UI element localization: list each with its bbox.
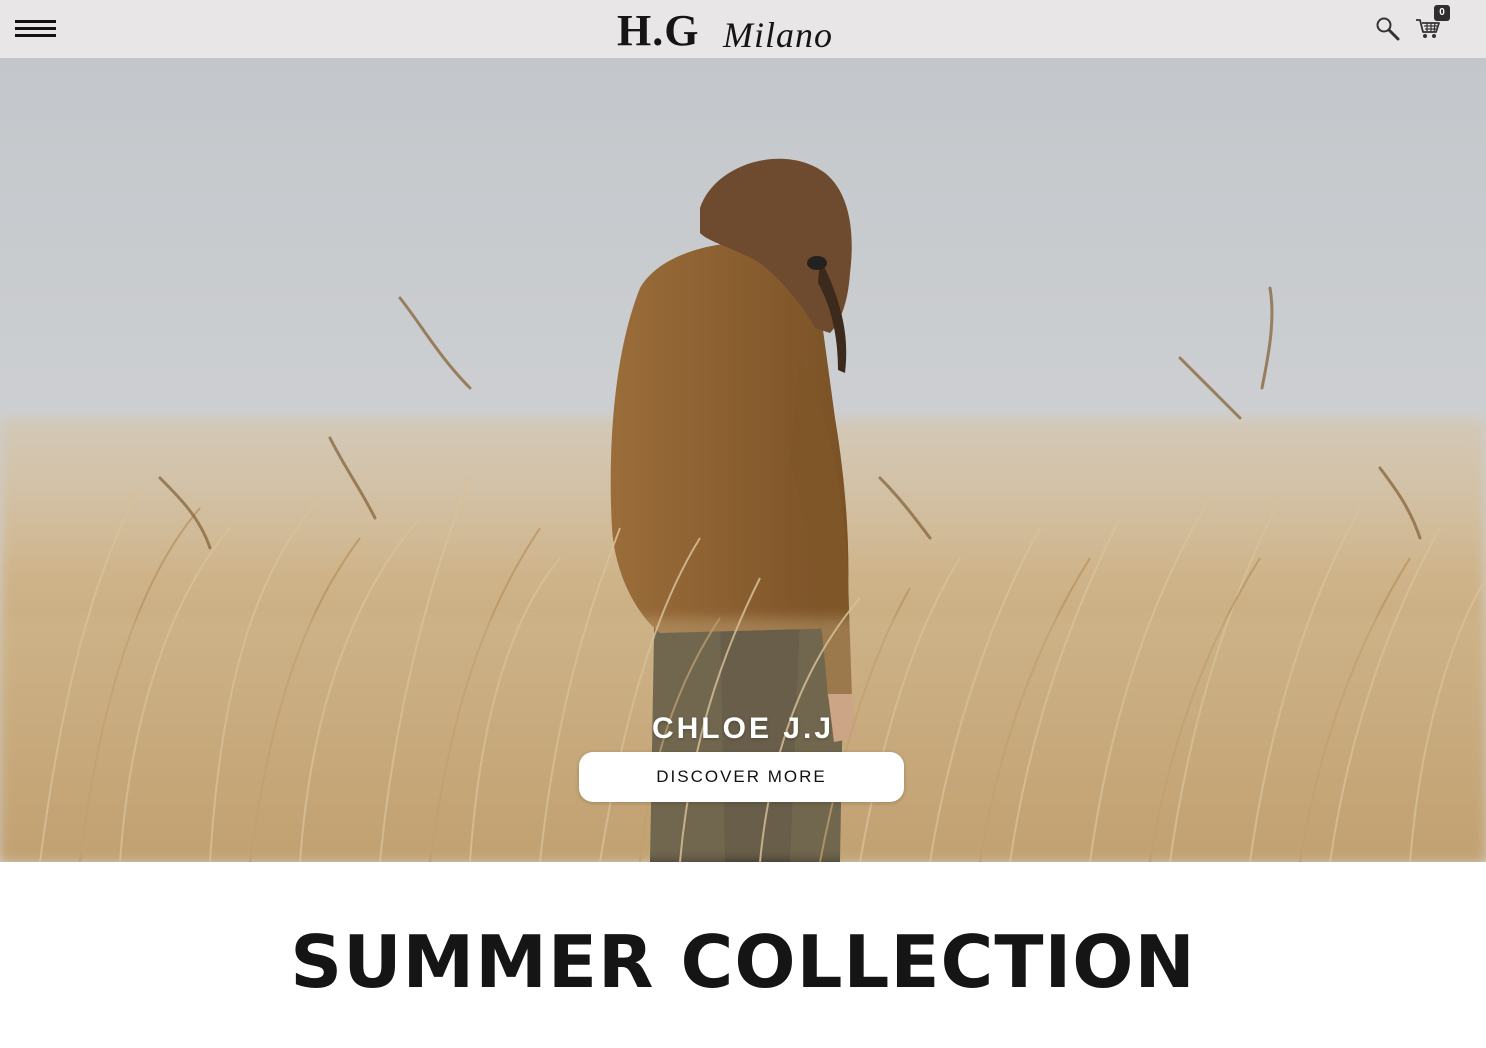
hero-title: CHLOE J.J: [651, 712, 835, 745]
search-icon[interactable]: [1374, 15, 1402, 43]
brand-logo[interactable]: H.G Milano: [617, 4, 857, 55]
cart-count-badge: 0: [1434, 5, 1450, 21]
logo-script: Milano: [723, 15, 833, 55]
discover-more-button[interactable]: DISCOVER MORE: [579, 752, 904, 802]
hero-banner: CHLOE J.J DISCOVER MORE: [0, 58, 1486, 862]
logo-wordmark: H.G: [617, 6, 700, 55]
collection-title: SUMMER COLLECTION: [290, 920, 1196, 1004]
hamburger-menu-icon[interactable]: [15, 20, 56, 40]
site-header: H.G Milano 0: [0, 0, 1486, 58]
